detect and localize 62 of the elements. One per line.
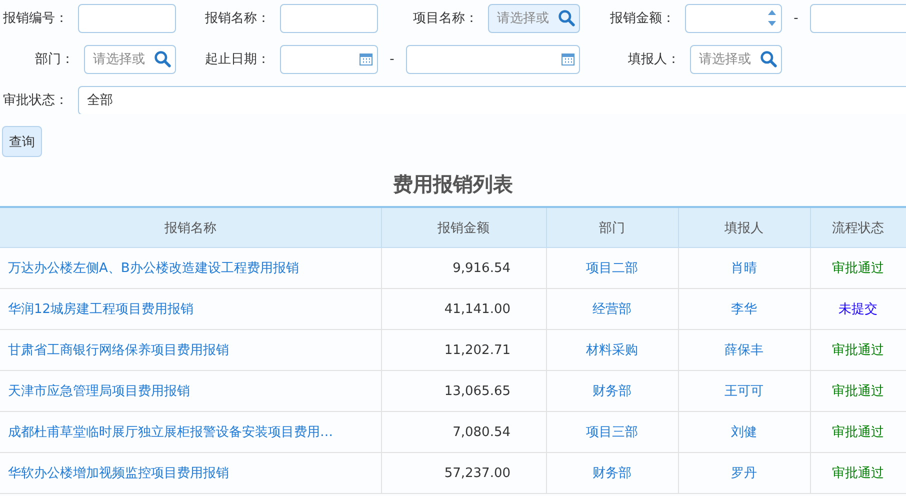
status-select[interactable]: 全部 — [78, 86, 906, 114]
column-header: 部门 — [546, 207, 678, 248]
reporter-cell: 罗丹 — [678, 452, 810, 494]
expense-name-link[interactable]: 华润12城房建工程项目费用报销 — [0, 288, 381, 330]
column-header: 填报人 — [678, 207, 810, 248]
reporter-cell: 刘健 — [678, 412, 810, 452]
range-separator: - — [792, 10, 800, 26]
amount-cell: 7,080.54 — [381, 412, 546, 452]
number-field[interactable] — [685, 4, 782, 32]
range-separator: - — [388, 52, 396, 66]
calendar-icon[interactable] — [359, 52, 373, 66]
lookup-field[interactable]: 请选择或 — [690, 44, 782, 74]
spinner-icon[interactable] — [767, 8, 777, 28]
department-cell: 项目三部 — [546, 412, 678, 452]
expense-name-link[interactable]: 华软办公楼增加视频监控项目费用报销 — [0, 452, 381, 494]
status-cell: 审批通过 — [810, 452, 906, 494]
status-cell: 审批通过 — [810, 330, 906, 370]
text-field[interactable] — [280, 4, 378, 32]
calendar-icon[interactable] — [561, 52, 575, 66]
reporter-cell: 王可可 — [678, 370, 810, 412]
expense-name-link[interactable]: 成都杜甫草堂临时展厅独立展柜报警设备安装项目费用… — [0, 412, 381, 452]
field-label: 报销编号： — [2, 10, 69, 27]
date-field[interactable] — [280, 44, 378, 74]
status-cell: 审批通过 — [810, 248, 906, 288]
department-cell: 经营部 — [546, 288, 678, 330]
search-icon[interactable] — [558, 10, 575, 26]
field-label: 审批状态： — [2, 92, 69, 109]
query-button[interactable]: 查询 — [2, 126, 42, 157]
field-label: 部门： — [34, 51, 75, 68]
reporter-cell: 李华 — [678, 288, 810, 330]
amount-cell: 11,202.71 — [381, 330, 546, 370]
date-field[interactable] — [406, 44, 580, 74]
table-title: 费用报销列表 — [392, 171, 514, 198]
column-header: 流程状态 — [810, 207, 906, 248]
expense-name-link[interactable]: 甘肃省工商银行网络保养项目费用报销 — [0, 330, 381, 370]
department-cell: 项目二部 — [546, 248, 678, 288]
number-field[interactable] — [810, 4, 906, 32]
expense-name-link[interactable]: 万达办公楼左侧A、B办公楼改造建设工程费用报销 — [0, 248, 381, 288]
department-cell: 材料采购 — [546, 330, 678, 370]
status-cell: 审批通过 — [810, 412, 906, 452]
field-label: 报销金额： — [609, 10, 676, 27]
lookup-field[interactable]: 请选择或 — [84, 44, 176, 74]
reporter-cell: 薛保丰 — [678, 330, 810, 370]
reporter-cell: 肖晴 — [678, 248, 810, 288]
amount-cell: 13,065.65 — [381, 370, 546, 412]
amount-cell: 57,237.00 — [381, 452, 546, 494]
text-field[interactable] — [78, 4, 176, 32]
status-cell: 审批通过 — [810, 370, 906, 412]
field-label: 填报人： — [627, 51, 681, 68]
amount-cell: 41,141.00 — [381, 288, 546, 330]
column-header: 报销金额 — [381, 207, 546, 248]
status-cell: 未提交 — [810, 288, 906, 330]
field-label: 项目名称： — [412, 10, 479, 27]
field-label: 起止日期： — [204, 51, 271, 68]
expense-name-link[interactable]: 天津市应急管理局项目费用报销 — [0, 370, 381, 412]
amount-cell: 9,916.54 — [381, 248, 546, 288]
column-header: 报销名称 — [0, 207, 381, 248]
search-icon[interactable] — [760, 50, 777, 68]
department-cell: 财务部 — [546, 452, 678, 494]
field-label: 报销名称： — [204, 10, 271, 27]
search-icon[interactable] — [154, 50, 171, 68]
department-cell: 财务部 — [546, 370, 678, 412]
